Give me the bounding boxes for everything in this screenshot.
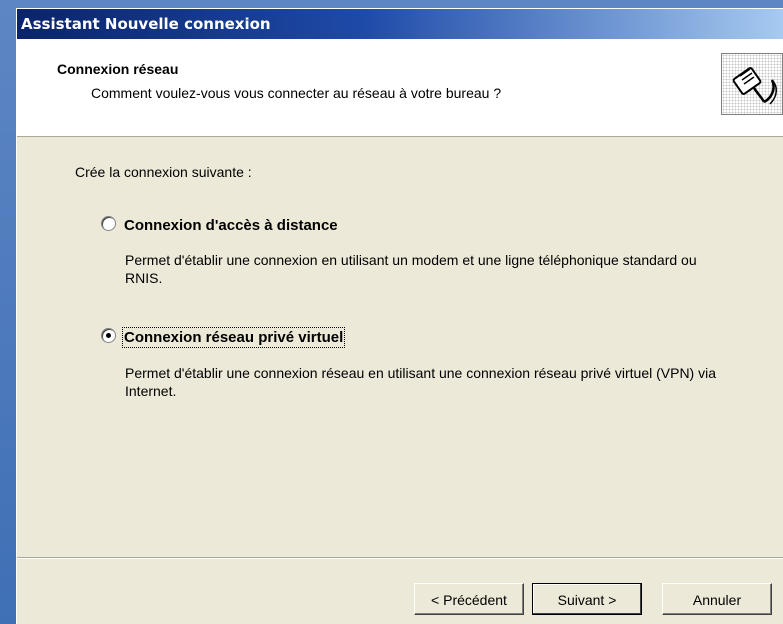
vpn-label[interactable]: Connexion réseau privé virtuel <box>121 327 346 348</box>
vpn-radio[interactable] <box>101 328 116 343</box>
network-cable-icon <box>721 53 783 115</box>
footer-separator <box>17 557 783 559</box>
dialup-label[interactable]: Connexion d'accès à distance <box>124 217 338 234</box>
intro-text: Crée la connexion suivante : <box>75 164 252 180</box>
wizard-header: Connexion réseau Comment voulez-vous vou… <box>17 39 783 137</box>
vpn-description: Permet d'établir une connexion réseau en… <box>125 365 717 399</box>
cancel-button[interactable]: Annuler <box>662 583 772 615</box>
dialup-description: Permet d'établir une connexion en utilis… <box>125 252 697 286</box>
option-dialup[interactable]: Connexion d'accès à distance <box>101 216 338 234</box>
option-vpn[interactable]: Connexion réseau privé virtuel <box>101 327 346 348</box>
previous-button[interactable]: < Précédent <box>414 583 524 615</box>
next-button[interactable]: Suivant > <box>532 583 642 615</box>
window-title: Assistant Nouvelle connexion <box>21 15 271 33</box>
dialup-radio[interactable] <box>101 216 116 231</box>
page-title: Connexion réseau <box>57 61 179 77</box>
wizard-window: Assistant Nouvelle connexion Connexion r… <box>16 8 783 624</box>
page-subtitle: Comment voulez-vous vous connecter au ré… <box>91 85 502 101</box>
window-titlebar[interactable]: Assistant Nouvelle connexion <box>17 9 783 39</box>
